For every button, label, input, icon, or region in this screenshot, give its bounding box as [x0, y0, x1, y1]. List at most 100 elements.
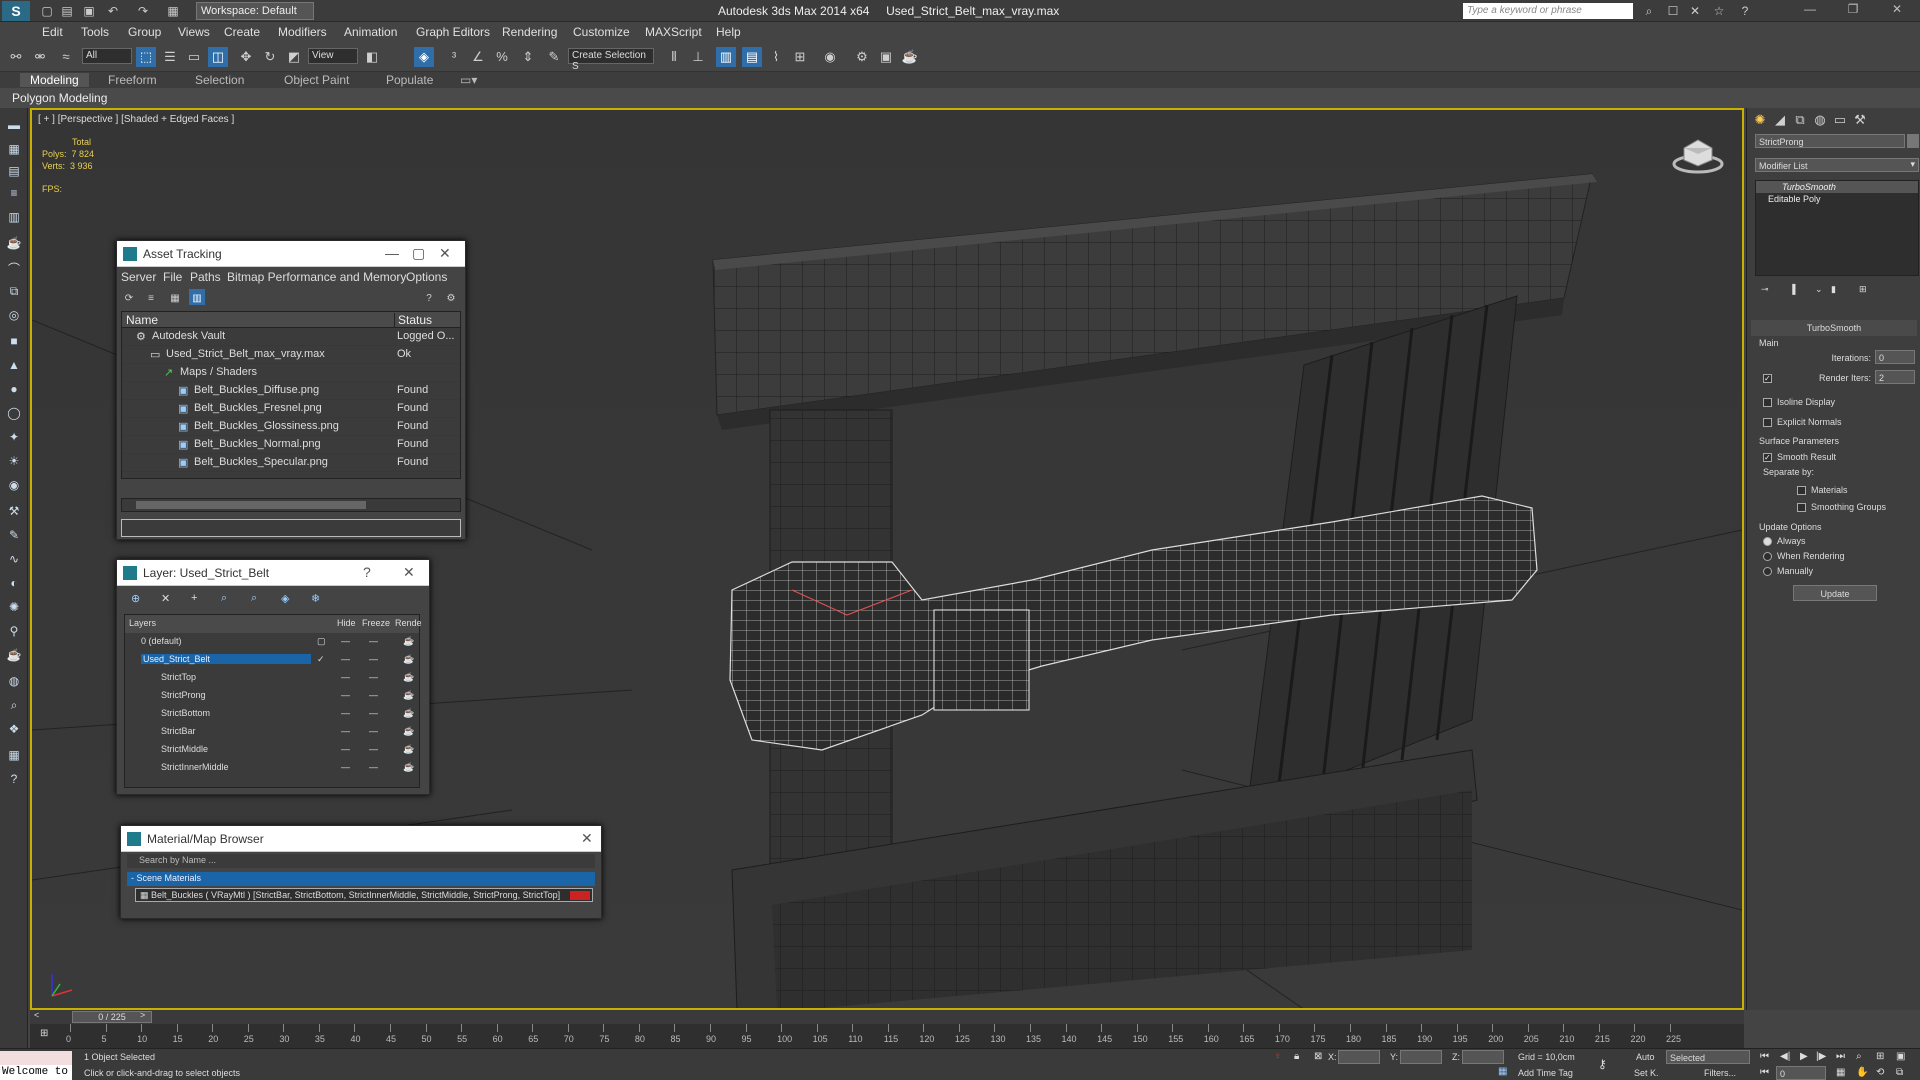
light-icon[interactable]: ✦ — [4, 430, 24, 448]
absolute-mode-icon[interactable]: ⊠ — [1314, 1051, 1322, 1062]
scale-icon[interactable]: ◩ — [284, 47, 304, 67]
link-icon[interactable]: ⚯ — [6, 47, 26, 67]
object-name-field[interactable]: StrictProng — [1755, 134, 1905, 148]
when-rendering-radio[interactable] — [1763, 552, 1772, 561]
tab-modeling[interactable]: Modeling — [20, 73, 89, 87]
undo-icon[interactable]: ↶ — [104, 3, 122, 19]
curve-editor-icon[interactable]: ⌇ — [766, 47, 786, 67]
minimize-icon[interactable]: — — [1795, 2, 1825, 20]
render-icon[interactable]: ☕ — [403, 636, 414, 647]
layer-row[interactable]: StrictInnerMiddle — — ☕ — [125, 759, 419, 777]
material-item[interactable]: ▦ Belt_Buckles ( VRayMtl ) [StrictBar, S… — [135, 888, 593, 902]
filters-button[interactable]: Filters... — [1704, 1068, 1736, 1078]
open-file-icon[interactable]: ▤ — [58, 3, 76, 19]
current-layer-icon[interactable]: ▢ — [317, 636, 326, 647]
iterations-spinner[interactable]: 0 — [1875, 350, 1915, 364]
configure-sets-icon[interactable]: ⊞ — [1859, 284, 1867, 295]
window-crossing-icon[interactable]: ◫ — [208, 47, 228, 67]
track-bar[interactable]: 0 5 10 15 20 25 30 35 40 45 50 55 60 65 70 75 80 85 90 95 10… — [66, 1024, 1744, 1048]
named-selection-dropdown[interactable]: Create Selection S — [568, 48, 654, 72]
menu-maxscript[interactable]: MAXScript — [645, 25, 702, 39]
subscription-icon[interactable]: ☐ — [1664, 3, 1682, 19]
align-icon[interactable]: ⊥ — [688, 47, 708, 67]
polygon-modeling-panel[interactable]: Polygon Modeling — [12, 91, 107, 105]
zoom-extents-icon[interactable]: ▣ — [1896, 1051, 1905, 1062]
auto-key-button[interactable]: Auto — [1636, 1052, 1655, 1062]
freeze-all-icon[interactable]: ❄ — [311, 592, 320, 605]
materials-checkbox[interactable] — [1797, 486, 1806, 495]
orbit-icon[interactable]: ⟲ — [1876, 1067, 1884, 1078]
modify-tab-icon[interactable]: ◢ — [1771, 110, 1789, 128]
time-config-icon[interactable]: ▦ — [1836, 1067, 1845, 1078]
display-tab-icon[interactable]: ▭ — [1831, 110, 1849, 128]
help-icon[interactable]: ? — [1736, 3, 1754, 19]
stack-item-turbosmooth[interactable]: TurboSmooth — [1756, 181, 1918, 193]
maximize-viewport-icon[interactable]: ⧉ — [1896, 1067, 1903, 1078]
isoline-checkbox[interactable] — [1763, 398, 1772, 407]
table-row[interactable]: ▭ Used_Strict_Belt_max_vray.max Ok — [122, 346, 460, 364]
asset-path-field[interactable] — [121, 519, 461, 537]
stack-item-editable-poly[interactable]: Editable Poly — [1756, 193, 1918, 205]
layer-row[interactable]: StrictBar — — ☕ — [125, 723, 419, 741]
tab-object-paint[interactable]: Object Paint — [284, 73, 349, 87]
layer-row[interactable]: Used_Strict_Belt ✓ — — ☕ — [125, 651, 419, 669]
asset-tracking-title-bar[interactable]: Asset Tracking — ▢ ✕ — [117, 241, 465, 267]
menu-views[interactable]: Views — [178, 25, 210, 39]
go-to-end-icon[interactable]: ⏭ — [1836, 1051, 1845, 1062]
table-row[interactable]: ▣ Belt_Buckles_Diffuse.png Found — [122, 382, 460, 400]
snaps-toggle-icon[interactable]: ³ — [444, 47, 464, 67]
render-icon[interactable]: ☕ — [403, 708, 414, 719]
close-icon[interactable]: ✕ — [581, 830, 593, 847]
time-tag-icon[interactable]: ▦ — [1498, 1066, 1507, 1077]
hierarchy-tab-icon[interactable]: ⧉ — [1791, 110, 1809, 128]
menu-edit[interactable]: Edit — [42, 25, 63, 39]
menu-paths[interactable]: Paths — [190, 270, 221, 284]
refresh-icon[interactable]: ⟳ — [121, 289, 137, 305]
pin-stack-icon[interactable]: ⊸ — [1761, 284, 1769, 295]
set-key-button[interactable]: Set K. — [1634, 1068, 1659, 1078]
zoom-icon[interactable]: ⌕ — [1856, 1051, 1862, 1062]
highlight-layer-icon[interactable]: ⌕ — [251, 592, 257, 605]
hide-all-icon[interactable]: ◈ — [281, 592, 289, 605]
menu-create[interactable]: Create — [224, 25, 260, 39]
tab-freeform[interactable]: Freeform — [108, 73, 157, 87]
material-browser-title-bar[interactable]: Material/Map Browser ✕ — [121, 826, 601, 852]
next-key-icon[interactable]: |▶ — [1816, 1051, 1826, 1062]
key-filter-dropdown[interactable]: Selected — [1666, 1050, 1750, 1064]
scrollbar-thumb[interactable] — [136, 501, 366, 509]
column-layers[interactable]: Layers — [129, 618, 156, 628]
remove-modifier-icon[interactable]: ▮ — [1831, 284, 1836, 295]
object-color-swatch[interactable] — [1907, 134, 1919, 148]
viewport-layout-icon[interactable]: ▬ — [4, 118, 24, 136]
menu-server[interactable]: Server — [121, 270, 156, 284]
sun-icon[interactable]: ☀ — [4, 454, 24, 472]
turbosmooth-rollout-header[interactable]: TurboSmooth — [1751, 320, 1917, 336]
menu-graph-editors[interactable]: Graph Editors — [416, 25, 490, 39]
lock-selection-icon[interactable]: 🔒︎ — [1294, 1051, 1299, 1062]
minimize-icon[interactable]: — — [385, 245, 399, 261]
render-icon[interactable]: ☕ — [403, 690, 414, 701]
x-coordinate-field[interactable] — [1338, 1050, 1380, 1064]
layers-icon[interactable]: ≡ — [4, 186, 24, 204]
project-folder-icon[interactable]: ▦ — [164, 3, 182, 19]
workspace-dropdown[interactable]: Workspace: Default — [196, 2, 314, 20]
menu-bitmap-performance[interactable]: Bitmap Performance and Memory — [227, 270, 406, 284]
reference-coord-dropdown[interactable]: View — [308, 48, 358, 64]
left-help-icon[interactable]: ? — [4, 772, 24, 790]
select-by-name-icon[interactable]: ☰ — [160, 47, 180, 67]
menu-help[interactable]: Help — [716, 25, 741, 39]
manually-radio[interactable] — [1763, 567, 1772, 576]
settings-icon[interactable]: ▦ — [4, 748, 24, 766]
search-input[interactable]: Type a keyword or phrase — [1463, 3, 1633, 19]
smooth-result-checkbox[interactable]: ✓ — [1763, 453, 1772, 462]
render-setup-icon[interactable]: ⚙ — [852, 47, 872, 67]
toggle-ribbon-icon[interactable]: ▤ — [742, 47, 762, 67]
layer-explorer-icon[interactable]: ▥ — [716, 47, 736, 67]
particle-icon[interactable]: ✺ — [4, 600, 24, 618]
helper-icon[interactable]: ⚒ — [4, 504, 24, 522]
tab-populate[interactable]: Populate — [386, 73, 433, 87]
schematic-view-icon[interactable]: ⊞ — [790, 47, 810, 67]
add-time-tag[interactable]: Add Time Tag — [1518, 1068, 1573, 1078]
help-icon[interactable]: ? — [363, 564, 371, 580]
motion-tab-icon[interactable]: ◍ — [1811, 110, 1829, 128]
